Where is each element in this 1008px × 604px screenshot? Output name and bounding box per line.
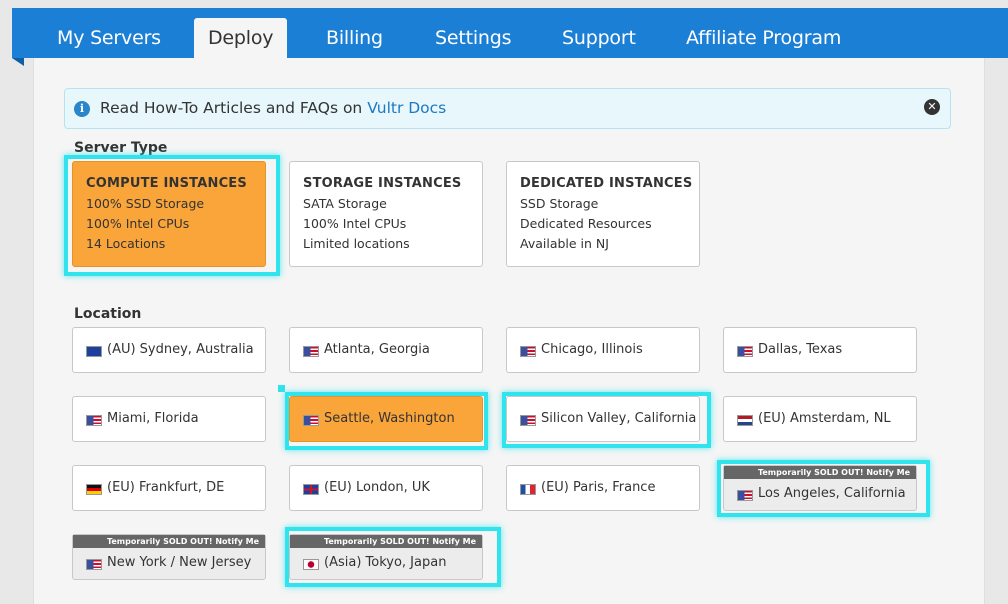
location-label: Dallas, Texas bbox=[758, 342, 843, 357]
france-flag-icon bbox=[520, 484, 536, 495]
location-sydney[interactable]: (AU) Sydney, Australia bbox=[72, 327, 266, 373]
card-line: 100% SSD Storage bbox=[86, 196, 205, 211]
uk-flag-icon bbox=[303, 484, 319, 495]
us-flag-icon bbox=[303, 415, 319, 426]
location-london[interactable]: (EU) London, UK bbox=[289, 465, 483, 511]
cursor-marker bbox=[278, 385, 285, 392]
server-type-dedicated[interactable]: DEDICATED INSTANCES SSD Storage Dedicate… bbox=[506, 161, 700, 267]
australia-flag-icon bbox=[86, 346, 102, 357]
location-label: (EU) London, UK bbox=[324, 480, 430, 495]
us-flag-icon bbox=[520, 346, 536, 357]
server-type-title: Server Type bbox=[74, 140, 168, 156]
location-los-angeles[interactable]: Temporarily SOLD OUT! Notify Me Los Ange… bbox=[723, 465, 917, 511]
vultr-docs-link[interactable]: Vultr Docs bbox=[367, 99, 446, 117]
nav-bar-fold bbox=[12, 58, 24, 66]
card-line: SSD Storage bbox=[520, 196, 599, 211]
card-line: 100% Intel CPUs bbox=[86, 216, 190, 231]
card-title: COMPUTE INSTANCES bbox=[86, 176, 247, 191]
location-label: (EU) Paris, France bbox=[541, 480, 656, 495]
server-type-compute[interactable]: COMPUTE INSTANCES 100% SSD Storage 100% … bbox=[72, 161, 266, 267]
info-message: Read How-To Articles and FAQs on bbox=[100, 99, 368, 117]
location-label: Miami, Florida bbox=[107, 411, 199, 426]
location-label: (Asia) Tokyo, Japan bbox=[324, 555, 447, 570]
us-flag-icon bbox=[86, 559, 102, 570]
us-flag-icon bbox=[520, 415, 536, 426]
server-type-storage[interactable]: STORAGE INSTANCES SATA Storage 100% Inte… bbox=[289, 161, 483, 267]
location-label: Silicon Valley, California bbox=[541, 411, 697, 426]
location-paris[interactable]: (EU) Paris, France bbox=[506, 465, 700, 511]
card-line: Limited locations bbox=[303, 236, 410, 251]
japan-flag-icon bbox=[303, 559, 319, 570]
tab-my-servers[interactable]: My Servers bbox=[57, 18, 161, 58]
us-flag-icon bbox=[86, 415, 102, 426]
us-flag-icon bbox=[737, 490, 753, 501]
tab-affiliate-program[interactable]: Affiliate Program bbox=[686, 18, 841, 58]
germany-flag-icon bbox=[86, 484, 102, 495]
card-title: DEDICATED INSTANCES bbox=[520, 176, 693, 191]
location-miami[interactable]: Miami, Florida bbox=[72, 396, 266, 442]
card-line: 100% Intel CPUs bbox=[303, 216, 407, 231]
location-atlanta[interactable]: Atlanta, Georgia bbox=[289, 327, 483, 373]
card-line: 14 Locations bbox=[86, 236, 166, 251]
location-label: (EU) Frankfurt, DE bbox=[107, 480, 225, 495]
tab-support[interactable]: Support bbox=[562, 18, 636, 58]
sold-out-notify-link[interactable]: Temporarily SOLD OUT! Notify Me bbox=[73, 535, 265, 548]
info-icon: i bbox=[74, 101, 90, 117]
location-label: (AU) Sydney, Australia bbox=[107, 342, 254, 357]
netherlands-flag-icon bbox=[737, 415, 753, 426]
info-text: Read How-To Articles and FAQs on Vultr D… bbox=[100, 99, 446, 117]
location-seattle[interactable]: Seattle, Washington bbox=[289, 396, 483, 442]
card-line: Dedicated Resources bbox=[520, 216, 652, 231]
location-label: Seattle, Washington bbox=[324, 411, 455, 426]
location-tokyo[interactable]: Temporarily SOLD OUT! Notify Me (Asia) T… bbox=[289, 534, 483, 580]
location-label: (EU) Amsterdam, NL bbox=[758, 411, 891, 426]
tab-settings[interactable]: Settings bbox=[435, 18, 512, 58]
us-flag-icon bbox=[303, 346, 319, 357]
tab-deploy[interactable]: Deploy bbox=[194, 18, 288, 58]
card-line: Available in NJ bbox=[520, 236, 609, 251]
close-icon[interactable]: ✕ bbox=[924, 99, 940, 115]
location-chicago[interactable]: Chicago, Illinois bbox=[506, 327, 700, 373]
card-title: STORAGE INSTANCES bbox=[303, 176, 462, 191]
location-new-york[interactable]: Temporarily SOLD OUT! Notify Me New York… bbox=[72, 534, 266, 580]
card-line: SATA Storage bbox=[303, 196, 387, 211]
location-silicon-valley[interactable]: Silicon Valley, California bbox=[506, 396, 700, 442]
location-frankfurt[interactable]: (EU) Frankfurt, DE bbox=[72, 465, 266, 511]
location-label: Chicago, Illinois bbox=[541, 342, 643, 357]
us-flag-icon bbox=[737, 346, 753, 357]
location-dallas[interactable]: Dallas, Texas bbox=[723, 327, 917, 373]
location-label: Atlanta, Georgia bbox=[324, 342, 430, 357]
location-title: Location bbox=[74, 306, 142, 322]
location-label: New York / New Jersey bbox=[107, 555, 252, 570]
location-amsterdam[interactable]: (EU) Amsterdam, NL bbox=[723, 396, 917, 442]
sold-out-notify-link[interactable]: Temporarily SOLD OUT! Notify Me bbox=[724, 466, 916, 479]
location-label: Los Angeles, California bbox=[758, 486, 906, 501]
sold-out-notify-link[interactable]: Temporarily SOLD OUT! Notify Me bbox=[290, 535, 482, 548]
tab-billing[interactable]: Billing bbox=[326, 18, 383, 58]
